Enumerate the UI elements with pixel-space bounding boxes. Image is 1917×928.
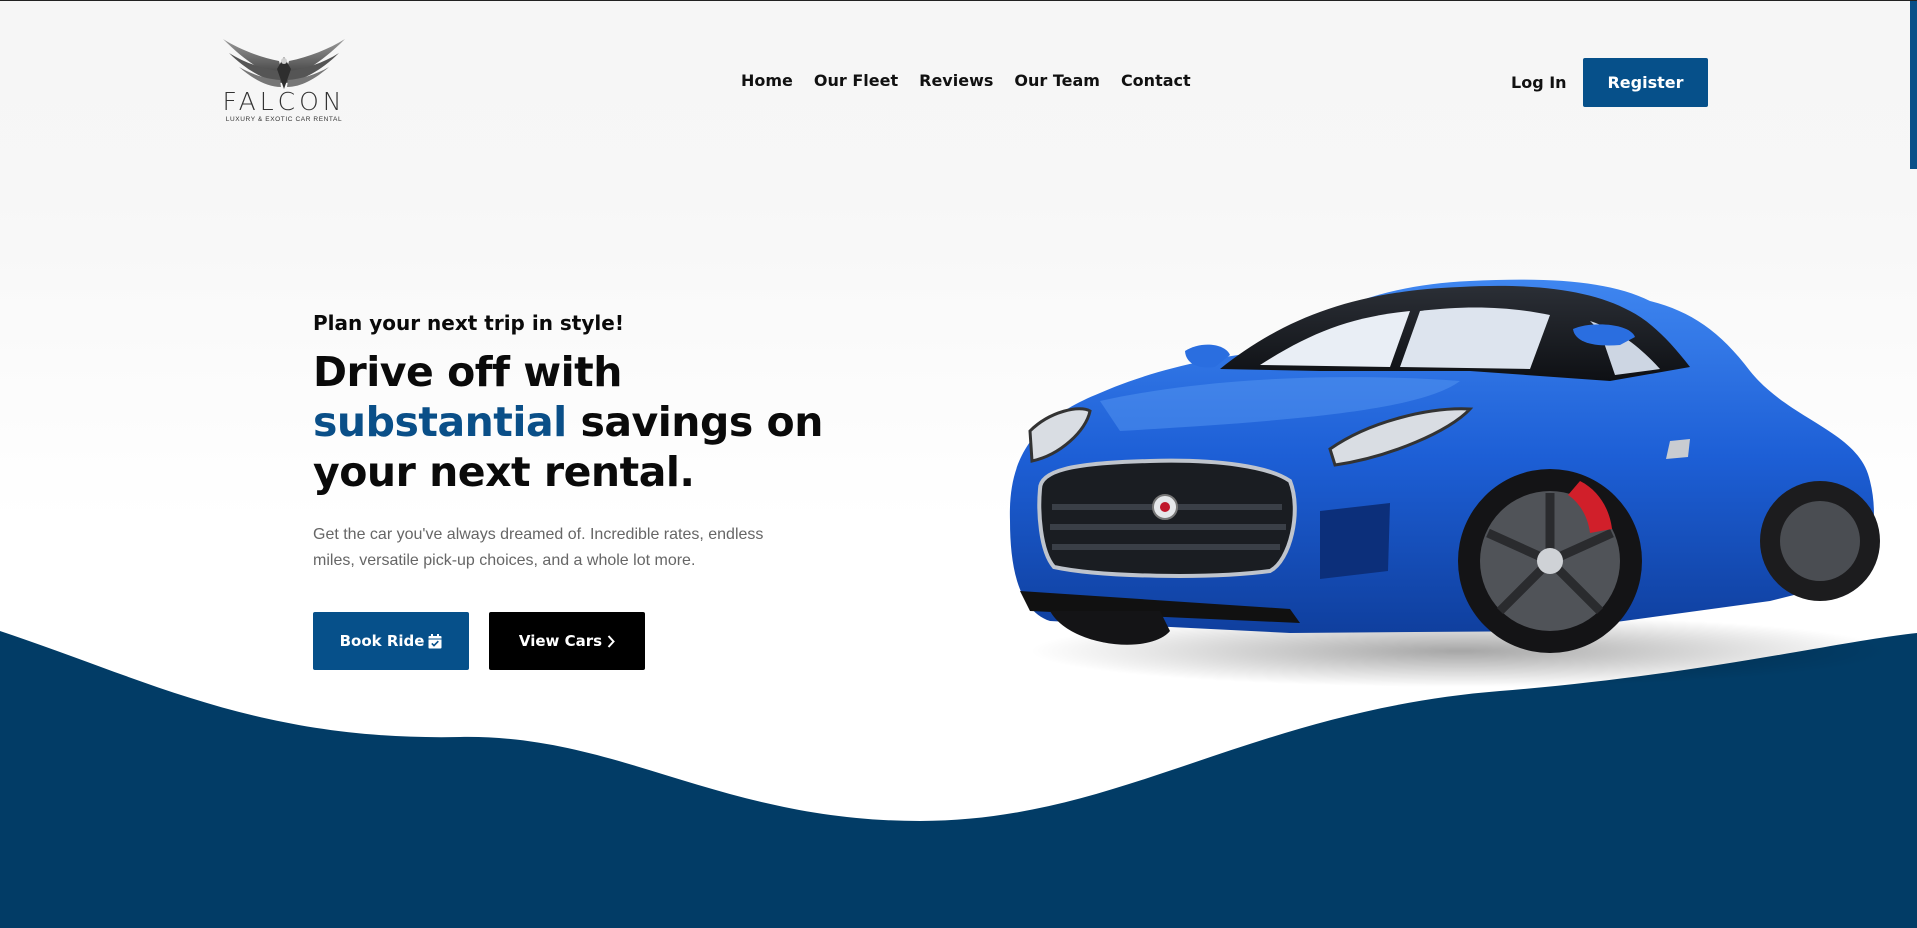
view-cars-button[interactable]: View Cars <box>489 612 645 670</box>
hero-eyebrow: Plan your next trip in style! <box>313 311 624 335</box>
nav-link-contact[interactable]: Contact <box>1121 71 1191 90</box>
scrollbar-thumb[interactable] <box>1910 1 1917 169</box>
view-cars-label: View Cars <box>518 632 603 650</box>
nav-link-home[interactable]: Home <box>741 71 793 90</box>
chevron-right-icon <box>607 634 615 648</box>
nav-link-our-team[interactable]: Our Team <box>1014 71 1100 90</box>
nav-link-our-fleet[interactable]: Our Fleet <box>814 71 898 90</box>
brand-tagline: LUXURY & EXOTIC CAR RENTAL <box>225 116 343 123</box>
blue-sports-car-image <box>1009 279 1890 687</box>
calendar-check-icon <box>428 633 442 648</box>
book-ride-button[interactable]: Book Ride <box>313 612 469 670</box>
brand-logo[interactable]: FALCON LUXURY & EXOTIC CAR RENTAL <box>216 35 352 127</box>
hero-headline: Drive off with substantial savings on yo… <box>313 347 833 497</box>
main-nav: Home Our Fleet Reviews Our Team Contact <box>741 71 1191 90</box>
headline-part-1: Drive off with <box>313 348 622 396</box>
hero-description: Get the car you've always dreamed of. In… <box>313 526 764 569</box>
register-button[interactable]: Register <box>1583 58 1708 107</box>
falcon-wings-icon <box>223 39 345 89</box>
nav-link-reviews[interactable]: Reviews <box>919 71 993 90</box>
headline-accent: substantial <box>313 398 567 446</box>
book-ride-label: Book Ride <box>339 632 425 650</box>
landing-page: FALCON LUXURY & EXOTIC CAR RENTAL Home O… <box>0 0 1917 928</box>
login-link[interactable]: Log In <box>1511 73 1567 92</box>
brand-name: FALCON <box>222 87 346 116</box>
